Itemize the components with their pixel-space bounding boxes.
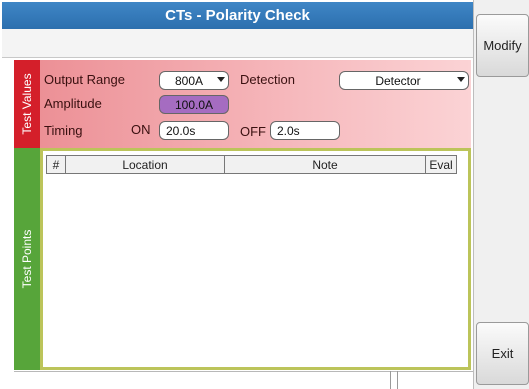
window-title: CTs - Polarity Check <box>2 2 473 29</box>
amplitude-value: 100.0A <box>174 97 214 112</box>
test-points-tab-label: Test Points <box>20 229 34 289</box>
info-bar <box>2 29 473 58</box>
status-divider <box>390 371 391 389</box>
off-time-field[interactable]: 2.0s <box>270 121 340 140</box>
amplitude-label: Amplitude <box>44 96 102 111</box>
column-header-location[interactable]: Location <box>65 155 225 174</box>
detection-label: Detection <box>240 72 295 87</box>
detection-dropdown[interactable]: Detector <box>339 71 469 90</box>
column-header-eval[interactable]: Eval <box>425 155 457 174</box>
detection-value: Detector <box>375 73 421 88</box>
app-window: CTs - Polarity Check Modify Exit Test Va… <box>0 0 529 389</box>
timing-label: Timing <box>44 123 83 138</box>
on-time-value: 20.0s <box>166 123 196 138</box>
status-divider <box>397 371 398 389</box>
column-header-number[interactable]: # <box>46 155 66 174</box>
output-range-dropdown[interactable]: 800A <box>159 71 229 90</box>
on-time-field[interactable]: 20.0s <box>159 121 229 140</box>
amplitude-field[interactable]: 100.0A <box>159 95 229 114</box>
modify-button[interactable]: Modify <box>476 14 529 77</box>
on-label: ON <box>131 122 151 137</box>
status-bar <box>14 371 473 389</box>
chevron-down-icon <box>217 77 225 82</box>
test-values-tab-label: Test Values <box>20 73 34 135</box>
output-range-value: 800A <box>174 73 204 88</box>
exit-button[interactable]: Exit <box>476 322 529 385</box>
chevron-down-icon <box>457 77 465 82</box>
column-header-note[interactable]: Note <box>224 155 426 174</box>
test-values-tab[interactable]: Test Values <box>14 60 40 148</box>
off-time-value: 2.0s <box>277 123 300 138</box>
off-label: OFF <box>240 124 266 139</box>
output-range-label: Output Range <box>44 72 125 87</box>
test-points-tab[interactable]: Test Points <box>14 148 40 370</box>
test-points-table[interactable]: # Location Note Eval <box>40 148 471 370</box>
